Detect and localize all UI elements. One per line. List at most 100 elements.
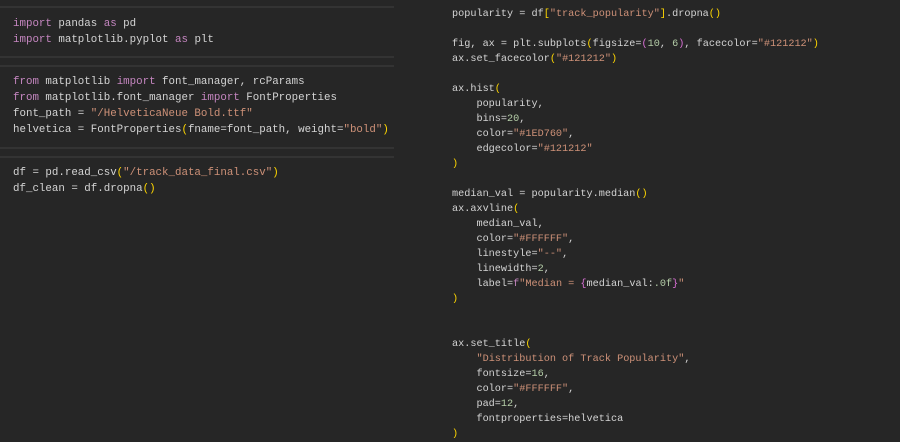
code-cell-imports[interactable]: import pandas as pd import matplotlib.pyp… (13, 16, 214, 48)
code-line: popularity, (452, 97, 819, 112)
code-token: fname=font_path, weight= (187, 124, 344, 136)
code-token: , (568, 234, 575, 245)
code-line: popularity = df["track_popularity"].drop… (452, 7, 819, 22)
code-token: ax.hist (452, 84, 495, 95)
code-token: "#121212" (555, 54, 611, 65)
code-token: popularity = df (452, 9, 544, 20)
code-token: , (543, 369, 550, 380)
code-cell-load-data[interactable]: df = pd.read_csv("/track_data_final.csv"… (13, 165, 279, 197)
code-line: pad=12, (452, 397, 819, 412)
code-line: label=f"Median = {median_val:.0f}" (452, 277, 819, 292)
code-token: 12 (500, 399, 514, 410)
code-token: .dropna (666, 9, 709, 20)
code-token: () (708, 9, 722, 20)
code-token: () (142, 183, 156, 195)
code-token: , (684, 354, 691, 365)
code-line: median_val = popularity.median() (452, 187, 819, 202)
code-token: "track_popularity" (549, 9, 660, 20)
code-token: "#FFFFFF" (513, 234, 569, 245)
code-token: "bold" (343, 124, 383, 136)
code-token: ) (452, 159, 459, 170)
code-token: ) (452, 294, 459, 305)
code-line: color="#FFFFFF", (452, 382, 819, 397)
code-token: () (635, 189, 648, 200)
code-token: from (13, 76, 39, 88)
code-line: import pandas as pd (13, 16, 214, 32)
code-token: import (200, 92, 240, 104)
right-code-editor[interactable]: popularity = df["track_popularity"].drop… (452, 7, 819, 442)
code-line: from matplotlib.font_manager import Font… (13, 90, 389, 106)
code-token: linewidth= (452, 264, 538, 275)
code-token: "#1ED760" (513, 129, 569, 140)
code-line: ) (452, 157, 819, 172)
code-line: ax.set_title( (452, 337, 819, 352)
cell-divider (0, 65, 394, 67)
code-token: import (116, 76, 156, 88)
code-token: ax.set_title (452, 339, 526, 350)
code-token: , (659, 39, 673, 50)
code-token: , facecolor= (684, 39, 758, 50)
code-token: , (568, 129, 575, 140)
code-line: helvetica = FontProperties(fname=font_pa… (13, 122, 389, 138)
code-token: fontsize= (452, 369, 532, 380)
code-token: from (13, 92, 39, 104)
code-line: ax.axvline( (452, 202, 819, 217)
code-token: 16 (531, 369, 544, 380)
code-token: 20 (507, 114, 520, 125)
code-line: bins=20, (452, 112, 819, 127)
code-token: plt (187, 34, 214, 46)
code-token: , (568, 384, 575, 395)
code-token: import (13, 18, 52, 30)
code-token: bins= (452, 114, 508, 125)
code-token: figsize= (592, 39, 642, 50)
code-token: as (103, 18, 117, 30)
code-line: "Distribution of Track Popularity", (452, 352, 819, 367)
code-cell-fonts[interactable]: from matplotlib import font_manager, rcP… (13, 74, 389, 138)
code-token: "/HelveticaNeue Bold.ttf" (90, 108, 253, 120)
code-token: "#121212" (757, 39, 813, 50)
code-token: ) (272, 167, 279, 179)
code-token: matplotlib.font_manager (38, 92, 201, 104)
code-token: label= (452, 279, 514, 290)
code-token: edgecolor= (452, 144, 538, 155)
code-token: "--" (537, 249, 563, 260)
cell-divider (0, 56, 394, 58)
code-line: linestyle="--", (452, 247, 819, 262)
code-token: ax.axvline (452, 204, 514, 215)
code-line: from matplotlib import font_manager, rcP… (13, 74, 389, 90)
cell-divider (0, 6, 394, 8)
code-token: , (562, 249, 569, 260)
code-token: , (513, 399, 520, 410)
code-line: fontsize=16, (452, 367, 819, 382)
code-token: "Median = (519, 279, 581, 290)
code-line: df_clean = df.dropna() (13, 181, 279, 197)
code-token: , (519, 114, 526, 125)
code-token: "Distribution of Track Popularity" (476, 354, 685, 365)
code-line: import matplotlib.pyplot as plt (13, 32, 214, 48)
code-line: ax.set_facecolor("#121212") (452, 52, 819, 67)
code-token: , (543, 264, 550, 275)
code-token: median_val = popularity.median (452, 189, 636, 200)
code-token: as (175, 34, 188, 46)
code-token: ) (382, 124, 389, 136)
code-token: 10 (647, 39, 660, 50)
code-token: color= (452, 129, 514, 140)
code-line: fontproperties=helvetica (452, 412, 819, 427)
code-line: linewidth=2, (452, 262, 819, 277)
code-token: df_clean = df.dropna (13, 183, 143, 195)
code-token: ) (610, 54, 618, 65)
code-token: color= (452, 384, 514, 395)
code-token: ( (513, 204, 520, 215)
code-token: import (13, 34, 52, 46)
code-token: color= (452, 234, 514, 245)
code-token: fontproperties=helvetica (452, 414, 624, 425)
code-token: ) (812, 39, 819, 50)
code-token: ( (525, 339, 532, 350)
code-line: fig, ax = plt.subplots(figsize=(10, 6), … (452, 37, 819, 52)
code-line: font_path = "/HelveticaNeue Bold.ttf" (13, 106, 389, 122)
